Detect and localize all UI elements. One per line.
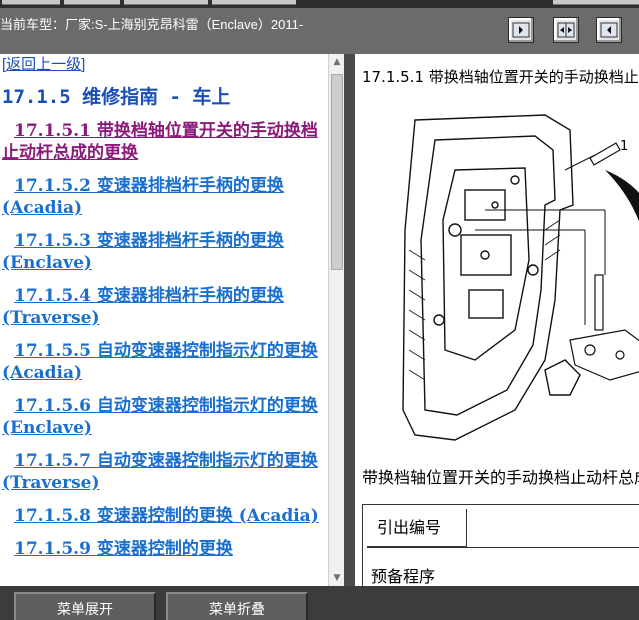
- top-tab[interactable]: [124, 0, 208, 5]
- top-tab[interactable]: [212, 0, 296, 5]
- figure-caption: 带换档轴位置开关的手动换档止动杆总成: [362, 468, 639, 487]
- toc-scrollbar[interactable]: ▲ ▼: [328, 54, 344, 586]
- split-view-button[interactable]: [553, 17, 579, 43]
- toc-panel: [返回上一级] 17.1.5 维修指南 - 车上 17.1.5.1 带换档轴位置…: [0, 54, 344, 586]
- split-view-icon: [557, 22, 575, 38]
- top-tab[interactable]: [64, 0, 120, 5]
- table-row-divider: [367, 547, 639, 548]
- header-bar: 当前车型：厂家:S-上海别克昂科雷（Enclave）2011-: [0, 8, 639, 54]
- pane-divider[interactable]: [344, 54, 355, 586]
- section-title: 17.1.5 维修指南 - 车上: [2, 86, 231, 108]
- vehicle-label: 当前车型：厂家:S-上海别克昂科雷（Enclave）2011-: [0, 17, 304, 32]
- table-cell: 预备程序: [371, 567, 436, 586]
- show-right-pane-button[interactable]: [508, 17, 534, 43]
- back-link[interactable]: [返回上一级]: [2, 55, 328, 75]
- top-strip: [0, 0, 639, 8]
- callout-number: 1: [620, 139, 628, 154]
- top-tab[interactable]: [553, 0, 639, 5]
- show-left-pane-button[interactable]: [596, 17, 622, 43]
- scroll-down-arrow-icon[interactable]: ▼: [331, 572, 343, 584]
- toc-item[interactable]: 17.1.5.3 变速器排档杆手柄的更换 (Enclave): [2, 230, 328, 274]
- toc-item[interactable]: 17.1.5.7 自动变速器控制指示灯的更换 (Traverse): [2, 450, 328, 494]
- transmission-diagram: 1: [402, 114, 639, 441]
- toc-item[interactable]: 17.1.5.8 变速器控制的更换 (Acadia): [2, 505, 328, 527]
- toc-item[interactable]: 17.1.5.4 变速器排档杆手柄的更换 (Traverse): [2, 285, 328, 329]
- top-tab[interactable]: [2, 0, 60, 5]
- toc-item[interactable]: 17.1.5.1 带换档轴位置开关的手动换档止动杆总成的更换: [2, 120, 328, 164]
- callout-table: 引出编号 预备程序: [362, 504, 639, 586]
- table-header-cell: 引出编号: [367, 509, 467, 547]
- toc-item[interactable]: 17.1.5.2 变速器排档杆手柄的更换 (Acadia): [2, 175, 328, 219]
- menu-collapse-button[interactable]: 菜单折叠: [166, 592, 308, 620]
- toc-item[interactable]: 17.1.5.5 自动变速器控制指示灯的更换 (Acadia): [2, 340, 328, 384]
- scroll-up-arrow-icon[interactable]: ▲: [331, 56, 343, 68]
- menu-expand-button[interactable]: 菜单展开: [14, 592, 156, 620]
- bottom-toolbar: 菜单展开 菜单折叠: [0, 586, 639, 620]
- show-left-pane-icon: [600, 22, 618, 38]
- doc-heading: 17.1.5.1 带换档轴位置开关的手动换档止动杆总成的更换: [362, 68, 639, 86]
- scroll-thumb[interactable]: [331, 74, 343, 270]
- toc-item[interactable]: 17.1.5.9 变速器控制的更换: [2, 538, 328, 560]
- document-panel: 17.1.5.1 带换档轴位置开关的手动换档止动杆总成的更换: [355, 54, 639, 586]
- toc-list: [返回上一级] 17.1.5 维修指南 - 车上 17.1.5.1 带换档轴位置…: [0, 54, 328, 560]
- toc-item[interactable]: 17.1.5.6 自动变速器控制指示灯的更换 (Enclave): [2, 395, 328, 439]
- show-right-pane-icon: [512, 22, 530, 38]
